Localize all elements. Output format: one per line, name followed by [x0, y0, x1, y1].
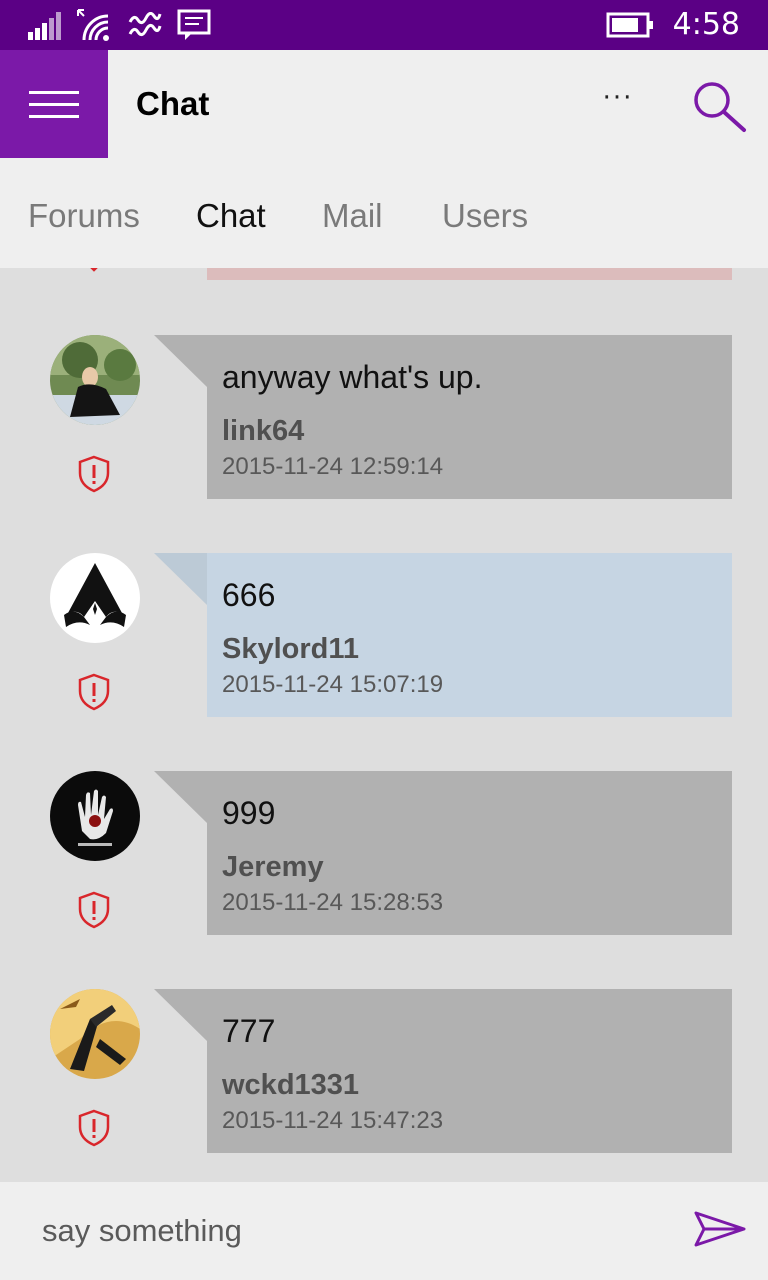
shield-alert-icon — [78, 1109, 110, 1147]
message-list[interactable]: anyway what's up. link64 2015-11-24 12:5… — [0, 268, 768, 1182]
message-bubble[interactable]: 666 Skylord11 2015-11-24 15:07:19 — [207, 553, 732, 717]
wifi-icon — [76, 8, 112, 42]
user-avatar[interactable] — [50, 771, 140, 861]
tab-bar: Forums Chat Mail Users — [0, 160, 768, 268]
shield-alert-icon — [78, 891, 110, 929]
bubble-tail — [154, 771, 207, 823]
message-text: 666 — [222, 577, 276, 613]
report-button[interactable] — [77, 891, 111, 929]
message-username: wckd1331 — [222, 1069, 360, 1101]
send-icon — [694, 1211, 746, 1247]
chat-message: anyway what's up. link64 2015-11-24 12:5… — [0, 335, 768, 503]
user-avatar[interactable] — [50, 553, 140, 643]
message-username: link64 — [222, 415, 305, 447]
user-avatar[interactable] — [50, 989, 140, 1079]
chat-message: 777 wckd1331 2015-11-24 15:47:23 — [0, 989, 768, 1157]
search-icon — [694, 82, 746, 132]
vibrate-icon — [128, 8, 162, 42]
message-bubble[interactable]: 999 Jeremy 2015-11-24 15:28:53 — [207, 771, 732, 935]
send-button[interactable] — [692, 1209, 748, 1249]
more-options-button[interactable]: ··· — [595, 85, 641, 118]
tab-chat[interactable]: Chat — [196, 196, 266, 236]
message-bubble-partial — [207, 268, 732, 280]
bubble-tail — [154, 989, 207, 1041]
chat-message: 999 Jeremy 2015-11-24 15:28:53 — [0, 771, 768, 939]
message-composer — [0, 1182, 768, 1280]
chat-message: 666 Skylord11 2015-11-24 15:07:19 — [0, 553, 768, 721]
message-username: Jeremy — [222, 851, 324, 883]
message-timestamp: 2015-11-24 15:28:53 — [222, 889, 444, 916]
bubble-tail — [154, 335, 207, 387]
status-bar: 4:58 — [0, 0, 768, 50]
hamburger-line — [29, 114, 79, 118]
bubble-tail — [154, 553, 207, 605]
message-text: 999 — [222, 795, 276, 831]
message-timestamp: 2015-11-24 15:47:23 — [222, 1107, 444, 1134]
message-bubble[interactable]: anyway what's up. link64 2015-11-24 12:5… — [207, 335, 732, 499]
user-avatar[interactable] — [50, 335, 140, 425]
notification-icon — [177, 8, 211, 42]
page-title: Chat — [136, 85, 210, 122]
battery-icon — [606, 8, 654, 42]
message-text: anyway what's up. — [222, 359, 483, 395]
message-text: 777 — [222, 1013, 276, 1049]
message-username: Skylord11 — [222, 633, 360, 665]
search-button[interactable] — [692, 80, 748, 136]
message-timestamp: 2015-11-24 15:07:19 — [222, 671, 444, 698]
shield-alert-icon — [78, 673, 110, 711]
tab-users[interactable]: Users — [442, 196, 528, 236]
report-button[interactable] — [77, 673, 111, 711]
app-bar: Chat ··· — [0, 50, 768, 160]
hamburger-line — [29, 102, 79, 106]
report-button[interactable] — [77, 455, 111, 493]
hamburger-menu-button[interactable] — [0, 50, 108, 158]
message-bubble[interactable]: 777 wckd1331 2015-11-24 15:47:23 — [207, 989, 732, 1153]
signal-icon — [28, 8, 62, 42]
message-timestamp: 2015-11-24 12:59:14 — [222, 453, 444, 480]
tab-forums[interactable]: Forums — [28, 196, 140, 236]
tab-mail[interactable]: Mail — [322, 196, 383, 236]
shield-alert-icon — [78, 455, 110, 493]
hamburger-line — [29, 90, 79, 94]
report-button[interactable] — [77, 1109, 111, 1147]
message-input[interactable] — [0, 1182, 680, 1280]
clock: 4:58 — [672, 7, 740, 42]
report-icon[interactable] — [80, 268, 108, 276]
